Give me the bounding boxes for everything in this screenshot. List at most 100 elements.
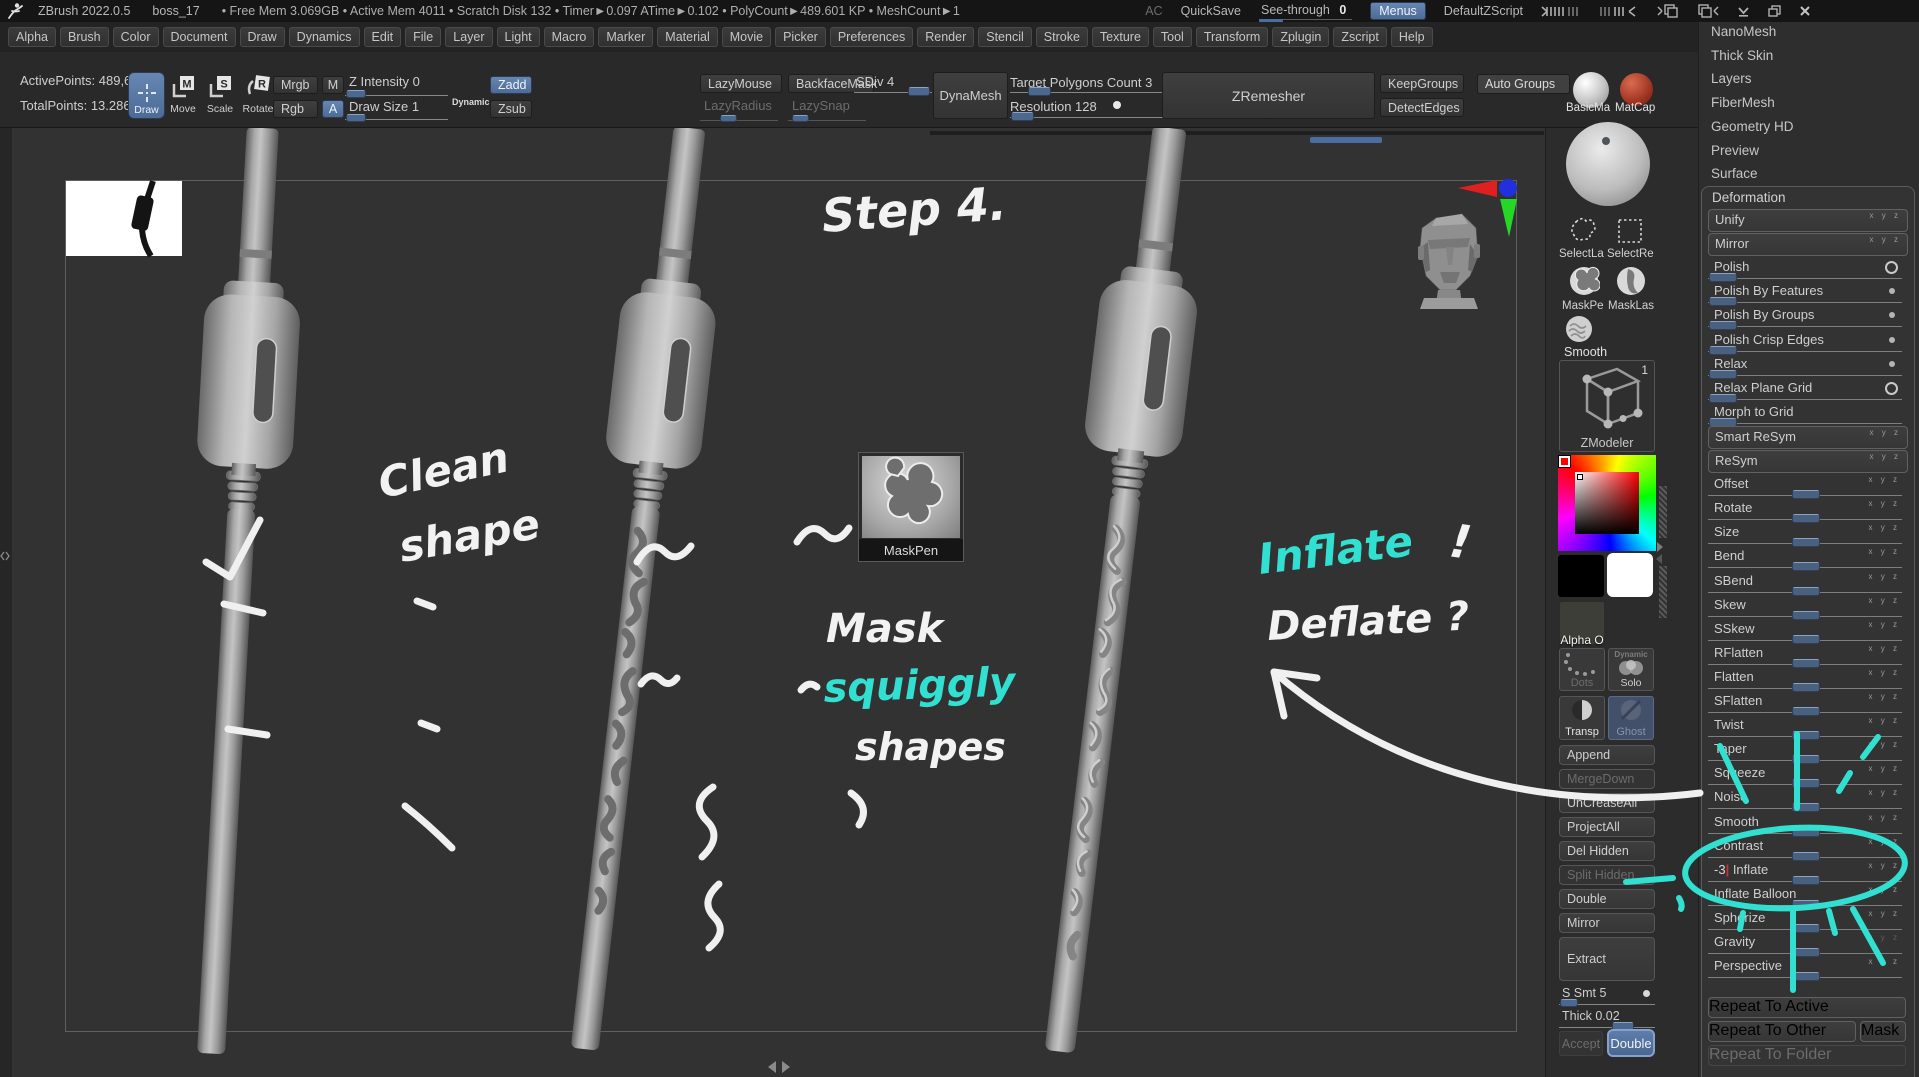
deformation-polish-by-groups[interactable]: Polish By Groups [1708, 305, 1906, 328]
canvas-viewport[interactable] [12, 128, 1545, 1077]
deformation-unify[interactable]: Unifyx y z [1708, 209, 1908, 232]
repeat-to-active-button[interactable]: Repeat To Active [1708, 997, 1906, 1018]
radial-toggle-icon[interactable] [1885, 382, 1898, 395]
axis-x-icon[interactable] [1458, 180, 1497, 197]
deformation-relax-plane-grid[interactable]: Relax Plane Grid [1708, 378, 1906, 401]
scale-mode-button[interactable]: S Scale [205, 74, 235, 118]
secondary-color-swatch[interactable] [1607, 553, 1653, 597]
deformation-polish[interactable]: Polish [1708, 257, 1906, 280]
menu-item-draw[interactable]: Draw [240, 27, 285, 47]
menu-item-texture[interactable]: Texture [1092, 27, 1149, 47]
lazyradius-handle[interactable] [720, 115, 737, 122]
repeat-to-other-button[interactable]: Repeat To Other [1708, 1021, 1856, 1042]
dock-right-panel-icon[interactable] [1697, 4, 1719, 18]
dot-toggle-icon[interactable] [1889, 288, 1895, 294]
section-layers[interactable]: Layers [1711, 71, 1752, 91]
menu-item-color[interactable]: Color [113, 27, 159, 47]
autogroups-button[interactable]: Auto Groups [1477, 74, 1570, 94]
dot-toggle-icon[interactable] [1889, 361, 1895, 367]
divider-left-icon[interactable] [1541, 5, 1581, 18]
section-surface[interactable]: Surface [1711, 166, 1758, 186]
axis-toggle-xyz[interactable]: x y z [1870, 235, 1901, 244]
axis-toggle-xyz[interactable]: x y z [1869, 957, 1900, 966]
stroke-dots-tile[interactable]: Dots [1559, 648, 1605, 691]
sv-square[interactable] [1575, 472, 1639, 534]
section-nanomesh[interactable]: NanoMesh [1711, 24, 1776, 44]
deformation-inflate-balloon[interactable]: Inflate Balloonx y z [1708, 884, 1906, 907]
menu-item-dynamics[interactable]: Dynamics [289, 27, 360, 47]
resolution-handle[interactable] [1011, 112, 1034, 121]
shelf-button-del-hidden[interactable]: Del Hidden [1559, 841, 1655, 861]
mask-lasso-brush[interactable] [1615, 264, 1647, 298]
menu-item-material[interactable]: Material [657, 27, 717, 47]
s-smt-radio[interactable] [1643, 990, 1650, 997]
close-icon[interactable] [1799, 5, 1811, 17]
see-through-slider[interactable]: See-through 0 [1259, 3, 1352, 20]
ghost-tile[interactable]: Ghost [1608, 696, 1654, 740]
deformation-bend[interactable]: Bendx y z [1708, 546, 1906, 569]
axis-toggle-xyz[interactable]: x y z [1869, 813, 1900, 822]
rotate-mode-button[interactable]: R Rotate [242, 74, 274, 118]
zadd-button[interactable]: Zadd [490, 76, 532, 94]
menu-item-tool[interactable]: Tool [1153, 27, 1192, 47]
deformation-polish-crisp-edges[interactable]: Polish Crisp Edges [1708, 330, 1906, 353]
strip-arrow-up-icon[interactable] [1656, 554, 1662, 564]
resolution-radio[interactable] [1113, 101, 1121, 109]
shelf-button-projectall[interactable]: ProjectAll [1559, 817, 1655, 837]
deformation-resym[interactable]: ReSymx y z [1708, 450, 1908, 473]
axis-toggle-xyz[interactable]: x y z [1869, 547, 1900, 556]
axis-toggle-xyz[interactable]: x y z [1869, 909, 1900, 918]
menu-item-zscript[interactable]: Zscript [1333, 27, 1387, 47]
lazysnap-handle[interactable] [792, 115, 809, 122]
bottom-divider-handle-icon[interactable] [768, 1061, 790, 1073]
axis-toggle-xyz[interactable]: x y z [1869, 620, 1900, 629]
maskpen-brush-tile[interactable]: MaskPen [858, 452, 964, 562]
deformation-spherize[interactable]: Spherizex y z [1708, 908, 1906, 931]
axis-toggle-xyz[interactable]: x y z [1869, 596, 1900, 605]
section-thick-skin[interactable]: Thick Skin [1711, 48, 1773, 68]
menu-item-zplugin[interactable]: Zplugin [1272, 27, 1329, 47]
thick-slider[interactable]: Thick 0.02 [1562, 1009, 1620, 1023]
deformation-noise[interactable]: Noisex y z [1708, 787, 1906, 810]
select-rect-brush[interactable] [1615, 216, 1645, 246]
sdiv-slider[interactable]: SDiv 4 [856, 74, 894, 89]
dock-left-panel-icon[interactable] [1657, 4, 1679, 18]
deformation-relax[interactable]: Relax [1708, 354, 1906, 377]
zscript-button[interactable]: DefaultZScript [1444, 4, 1523, 18]
deformation-flatten[interactable]: Flattenx y z [1708, 667, 1906, 690]
radial-toggle-icon[interactable] [1885, 261, 1898, 274]
lazysnap-slider[interactable]: LazySnap [792, 98, 850, 113]
s-smt-handle[interactable] [1560, 999, 1578, 1007]
deformation-morph-to-grid[interactable]: Morph to Grid [1708, 402, 1906, 425]
z-intensity-slider[interactable]: Z Intensity 0 [349, 74, 420, 89]
shelf-button-double[interactable]: Double [1559, 889, 1655, 909]
zsub-button[interactable]: Zsub [490, 100, 532, 118]
repeat-mask-button[interactable]: Mask [1860, 1021, 1906, 1042]
detectedges-button[interactable]: DetectEdges [1380, 98, 1464, 117]
shelf-button-mergedown[interactable]: MergeDown [1559, 769, 1655, 789]
deformation-skew[interactable]: Skewx y z [1708, 595, 1906, 618]
zremesher-button[interactable]: ZRemesher [1162, 72, 1375, 119]
rgb-button[interactable]: Rgb [273, 100, 318, 118]
menu-item-file[interactable]: File [405, 27, 441, 47]
deformation-rflatten[interactable]: RFlattenx y z [1708, 643, 1906, 666]
slider-track[interactable] [1708, 351, 1902, 352]
menu-item-edit[interactable]: Edit [364, 27, 402, 47]
transp-tile[interactable]: Transp [1559, 696, 1605, 740]
sculpt-rod-masked[interactable] [537, 128, 737, 1055]
select-lasso-brush[interactable] [1568, 216, 1598, 246]
keepgroups-button[interactable]: KeepGroups [1380, 74, 1464, 93]
deformation-sbend[interactable]: SBendx y z [1708, 571, 1906, 594]
axis-toggle-xyz[interactable]: x y z [1869, 668, 1900, 677]
menu-item-stroke[interactable]: Stroke [1036, 27, 1088, 47]
lazyradius-slider[interactable]: LazyRadius [704, 98, 772, 113]
dot-toggle-icon[interactable] [1889, 337, 1895, 343]
menu-item-brush[interactable]: Brush [60, 27, 109, 47]
axis-toggle-xyz[interactable]: x y z [1869, 523, 1900, 532]
main-color-swatch[interactable] [1558, 555, 1604, 597]
strip-arrow-down-icon[interactable] [1657, 542, 1663, 552]
draw-size-handle[interactable] [346, 114, 366, 122]
hue-selector[interactable] [1559, 456, 1570, 467]
section-geometry-hd[interactable]: Geometry HD [1711, 119, 1794, 139]
move-mode-button[interactable]: M Move [168, 74, 198, 118]
